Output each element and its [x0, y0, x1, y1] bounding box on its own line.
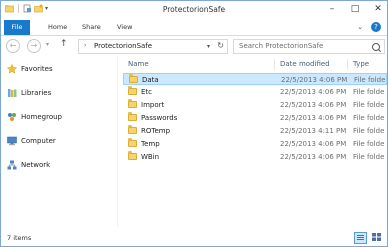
ribbon-tabs: File Home Share View ⌄ ? — [1, 20, 387, 36]
window-controls: – □ ✕ — [325, 3, 385, 15]
address-dropdown-icon[interactable]: ▾ — [207, 43, 210, 50]
search-placeholder: Search ProtectorionSafe — [239, 42, 324, 50]
column-header-name[interactable]: Name — [128, 57, 149, 71]
nav-item-computer[interactable]: Computer — [7, 135, 56, 147]
address-bar[interactable]: › ProtectorionSafe ▾ ↻ — [78, 39, 228, 54]
item-date: 22/5/2013 4:11 PM — [280, 127, 347, 135]
minimize-button[interactable]: – — [325, 3, 339, 15]
list-item[interactable]: Import 22/5/2013 4:06 PM File folde — [123, 99, 387, 111]
file-list: Name Date modified Type Data 22/5/2013 4… — [120, 57, 387, 227]
item-date: 22/5/2013 4:06 PM — [280, 153, 347, 161]
address-row: ← → ▾ ↑ › ProtectorionSafe ▾ ↻ Search Pr… — [1, 36, 387, 56]
nav-item-label: Computer — [21, 137, 56, 145]
nav-item-homegroup[interactable]: Homegroup — [7, 111, 62, 123]
item-date: 22/5/2013 4:06 PM — [280, 88, 347, 96]
back-button[interactable]: ← — [6, 39, 20, 53]
column-divider[interactable] — [347, 59, 348, 70]
network-icon — [7, 160, 17, 170]
folder-icon — [129, 74, 138, 83]
search-icon[interactable] — [372, 43, 380, 51]
item-type: File folde — [353, 114, 385, 122]
item-type: File folde — [353, 88, 385, 96]
column-header-date[interactable]: Date modified — [280, 57, 330, 71]
folder-icon — [128, 138, 137, 147]
item-date: 22/5/2013 4:06 PM — [281, 76, 348, 84]
column-divider[interactable] — [274, 59, 275, 70]
item-name: Import — [141, 101, 165, 109]
list-item[interactable]: Etc 22/5/2013 4:06 PM File folde — [123, 86, 387, 98]
item-name: Data — [142, 76, 159, 84]
item-type: File folde — [353, 140, 385, 148]
refresh-icon[interactable]: ↻ — [217, 41, 224, 50]
nav-item-label: Network — [21, 161, 51, 169]
title-bar: ▾ ProtectorionSafe – □ ✕ — [1, 1, 387, 20]
star-icon — [6, 63, 18, 74]
item-type: File folde — [354, 76, 386, 84]
large-icons-view-icon[interactable] — [371, 232, 382, 242]
item-date: 22/5/2013 4:06 PM — [280, 140, 347, 148]
list-item[interactable]: WBin 22/5/2013 4:06 PM File folde — [123, 151, 387, 163]
nav-item-label: Homegroup — [21, 113, 63, 121]
recent-locations-icon[interactable]: ▾ — [46, 41, 49, 48]
computer-icon — [7, 136, 17, 146]
tab-view[interactable]: View — [117, 20, 132, 35]
breadcrumb-chevron-icon[interactable]: › — [84, 42, 86, 49]
item-name: Temp — [141, 140, 160, 148]
item-name: Etc — [141, 88, 153, 96]
item-count: 7 items — [7, 234, 32, 242]
close-button[interactable]: ✕ — [371, 3, 385, 15]
nav-item-libraries[interactable]: Libraries — [7, 87, 51, 99]
navigation-pane: Favorites Libraries Homegroup Computer N… — [1, 57, 117, 227]
item-type: File folde — [353, 127, 385, 135]
column-header-type[interactable]: Type — [353, 57, 369, 71]
nav-item-network[interactable]: Network — [7, 159, 50, 171]
list-item[interactable]: Passwords 22/5/2013 4:06 PM File folde — [123, 112, 387, 124]
search-input[interactable]: Search ProtectorionSafe — [233, 39, 385, 54]
item-name: ROTemp — [141, 127, 171, 135]
help-icon[interactable]: ? — [371, 22, 381, 32]
item-name: WBin — [141, 153, 160, 161]
item-type: File folde — [353, 101, 385, 109]
folder-icon — [128, 151, 137, 160]
list-item[interactable]: Data 22/5/2013 4:06 PM File folde — [123, 73, 387, 85]
item-date: 22/5/2013 4:06 PM — [280, 114, 347, 122]
nav-item-label: Libraries — [21, 89, 52, 97]
homegroup-icon — [7, 112, 17, 122]
forward-button[interactable]: → — [27, 39, 41, 53]
folder-icon — [128, 99, 137, 108]
folder-icon — [128, 112, 137, 121]
maximize-button[interactable]: □ — [348, 3, 362, 15]
list-item[interactable]: Temp 22/5/2013 4:06 PM File folde — [123, 138, 387, 150]
item-type: File folde — [353, 153, 385, 161]
folder-icon — [128, 125, 137, 134]
nav-item-label: Favorites — [21, 65, 53, 73]
address-path: ProtectorionSafe — [94, 42, 153, 50]
tab-home[interactable]: Home — [48, 20, 67, 35]
tab-share[interactable]: Share — [82, 20, 101, 35]
pane-splitter[interactable] — [117, 57, 118, 227]
folder-icon — [128, 86, 137, 95]
libraries-icon — [7, 88, 17, 98]
expand-ribbon-icon[interactable]: ⌄ — [357, 23, 363, 31]
explorer-window: ▾ ProtectorionSafe – □ ✕ File Home Share… — [0, 0, 388, 247]
status-bar: 7 items — [1, 229, 387, 246]
item-name: Passwords — [141, 114, 178, 122]
list-item[interactable]: ROTemp 22/5/2013 4:11 PM File folde — [123, 125, 387, 137]
up-button[interactable]: ↑ — [60, 39, 68, 49]
tab-file[interactable]: File — [4, 20, 30, 35]
item-date: 22/5/2013 4:06 PM — [280, 101, 347, 109]
details-view-icon[interactable] — [354, 232, 367, 244]
nav-item-favorites[interactable]: Favorites — [6, 63, 53, 75]
